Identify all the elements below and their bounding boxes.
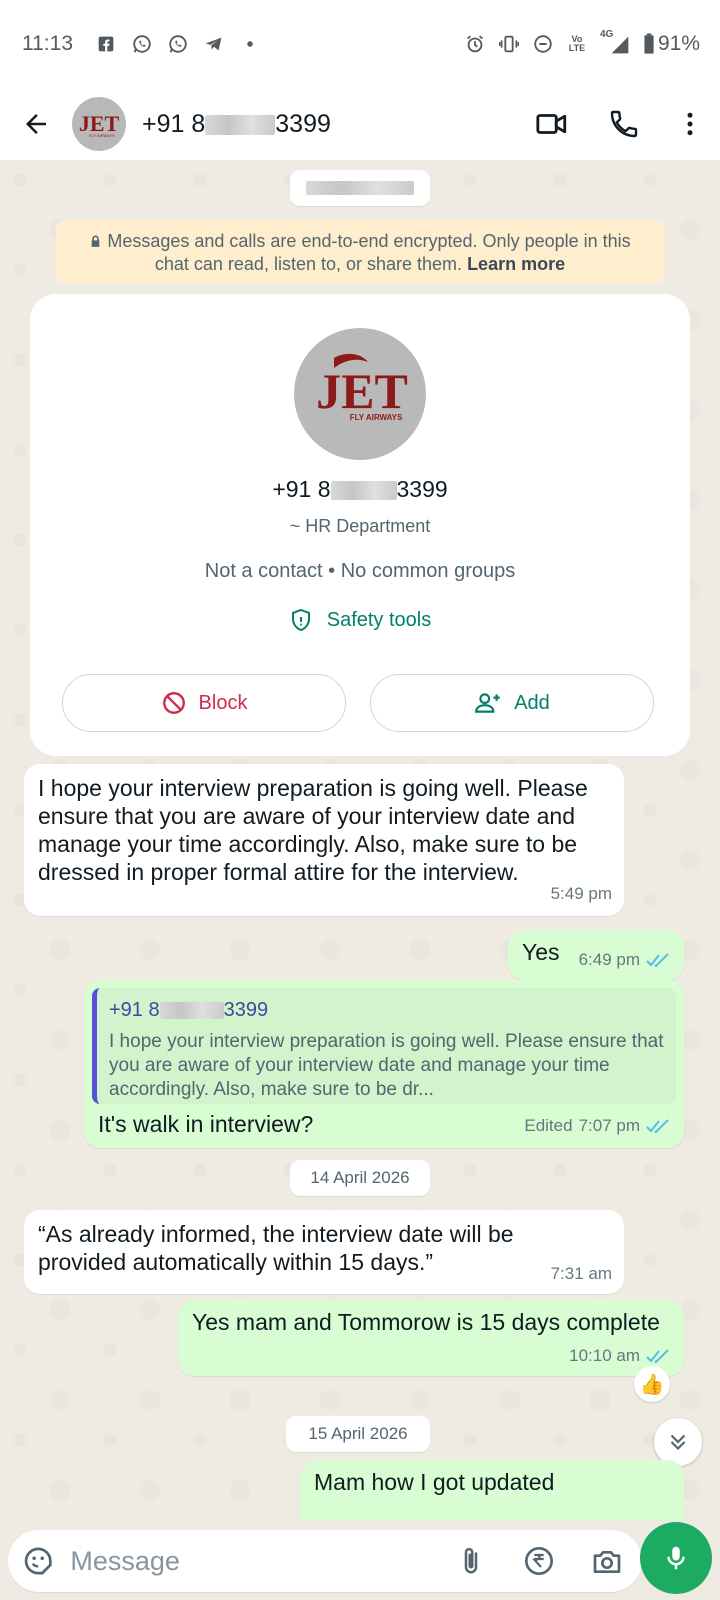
add-person-icon <box>475 693 501 713</box>
quoted-text: I hope your interview preparation is goi… <box>109 1031 664 1100</box>
quoted-sender: +91 8 3399 <box>109 999 269 1021</box>
camera-button[interactable] <box>586 1539 628 1583</box>
dot-icon <box>239 33 261 55</box>
paperclip-icon <box>465 1547 478 1574</box>
contact-info-card: JET FLY AIRWAYS +91 8 3399 ~ HR Departmen… <box>30 294 690 756</box>
svg-text:FLY AIRWAYS: FLY AIRWAYS <box>350 413 403 422</box>
chat-header: JET FLY AIRWAYS +91 8 3399 <box>0 88 720 160</box>
block-icon <box>162 692 185 714</box>
quoted-message[interactable]: +91 8 3399 I hope your interview preparat… <box>92 988 676 1104</box>
camera-icon <box>593 1551 621 1573</box>
status-time: 11:13 <box>22 32 73 55</box>
jet-logo-icon: JET FLY AIRWAYS <box>316 353 408 422</box>
read-receipt-icon <box>646 953 669 968</box>
payment-button[interactable] <box>518 1539 560 1583</box>
status-bar: 11:13 Vo LTE 4G 91% <box>0 0 720 88</box>
phone-icon <box>610 110 638 138</box>
double-chevron-down-icon <box>670 1434 686 1451</box>
message-input-box[interactable] <box>8 1530 642 1592</box>
more-vertical-icon <box>687 112 693 136</box>
voice-call-button[interactable] <box>588 88 660 160</box>
facebook-icon <box>95 33 117 55</box>
signal-icon: 4G <box>600 29 630 55</box>
vibrate-icon <box>498 33 520 55</box>
message-time: 10:10 am <box>569 1346 640 1365</box>
jet-logo-icon: JET FLY AIRWAYS <box>79 111 120 138</box>
volte-icon: Vo LTE <box>568 34 586 53</box>
attach-button[interactable] <box>450 1539 492 1583</box>
chat-area[interactable]: Messages and calls are end-to-end encryp… <box>0 160 720 1520</box>
alarm-icon <box>464 33 486 55</box>
message-bubble-outgoing[interactable]: Yes mam and Tommorow is 15 days complete… <box>178 1300 684 1376</box>
message-bubble-outgoing[interactable]: Mam how I got updated <box>300 1460 684 1520</box>
rupee-icon <box>525 1547 554 1575</box>
whatsapp-icon <box>131 33 153 55</box>
redacted-number <box>205 114 276 135</box>
back-arrow-icon <box>26 114 46 134</box>
message-text: “As already informed, the interview date… <box>38 1221 514 1275</box>
add-contact-button[interactable]: Add <box>370 674 654 732</box>
redacted-number <box>330 481 397 501</box>
svg-text:FLY AIRWAYS: FLY AIRWAYS <box>89 133 115 138</box>
redacted-number <box>159 1002 224 1020</box>
safety-tools-link[interactable]: Safety tools <box>30 608 690 632</box>
reaction-badge[interactable]: 👍 <box>634 1366 670 1402</box>
message-text: Yes <box>522 939 560 965</box>
message-time: 7:07 pm <box>578 1116 640 1135</box>
message-bubble-outgoing[interactable]: Yes 6:49 pm <box>508 930 684 980</box>
read-receipt-icon <box>646 1119 669 1134</box>
edited-label: Edited <box>524 1116 573 1135</box>
back-button[interactable] <box>0 88 72 160</box>
read-receipt-icon <box>646 1349 669 1364</box>
message-meta: 7:31 am <box>551 1260 612 1288</box>
message-input[interactable] <box>70 1545 425 1577</box>
contact-name[interactable]: +91 8 3399 <box>142 110 516 139</box>
message-text: I hope your interview preparation is goi… <box>38 775 588 885</box>
encryption-notice[interactable]: Messages and calls are end-to-end encryp… <box>56 220 664 284</box>
svg-text:JET: JET <box>316 363 408 419</box>
redacted-date <box>306 181 414 195</box>
message-text: Yes mam and Tommorow is 15 days complete <box>192 1309 660 1335</box>
message-time: 5:49 pm <box>550 884 612 903</box>
date-pill: 14 April 2026 <box>290 1160 430 1196</box>
date-pill: 15 April 2026 <box>286 1416 430 1452</box>
message-text: Mam how I got updated <box>314 1469 555 1495</box>
scroll-to-bottom-button[interactable] <box>654 1418 702 1466</box>
message-bubble-incoming[interactable]: I hope your interview preparation is goi… <box>24 764 624 916</box>
lock-icon <box>92 235 100 247</box>
block-button[interactable]: Block <box>62 674 346 732</box>
shield-icon <box>291 608 310 632</box>
card-contact-name: +91 8 3399 <box>272 476 448 502</box>
contact-avatar-large[interactable]: JET FLY AIRWAYS <box>294 328 426 460</box>
card-contact-info: Not a contact • No common groups <box>204 560 516 582</box>
voice-message-button[interactable] <box>640 1522 712 1594</box>
battery-icon <box>642 33 656 55</box>
whatsapp-icon <box>167 33 189 55</box>
battery-percentage: 91% <box>657 32 700 55</box>
learn-more-link[interactable]: Learn more <box>467 254 565 274</box>
more-options-button[interactable] <box>660 88 720 160</box>
message-time: 7:31 am <box>550 1264 612 1283</box>
message-meta: 5:49 pm <box>551 880 612 908</box>
message-meta: Edited 7:07 pm <box>524 1112 672 1140</box>
date-pill <box>290 170 430 206</box>
message-bubble-incoming[interactable]: “As already informed, the interview date… <box>24 1210 624 1294</box>
video-call-button[interactable] <box>516 88 588 160</box>
message-bubble-outgoing-reply[interactable]: +91 8 3399 I hope your interview preparat… <box>84 980 684 1148</box>
card-push-name: ~ HR Department <box>289 516 431 536</box>
message-composer <box>0 1520 720 1600</box>
message-text: It's walk in interview? <box>98 1111 314 1137</box>
telegram-icon <box>203 33 225 55</box>
sticker-emoji-icon[interactable] <box>22 1544 54 1578</box>
video-camera-icon <box>536 114 567 134</box>
contact-avatar[interactable]: JET FLY AIRWAYS <box>72 97 126 151</box>
message-meta: 6:49 pm <box>579 946 672 974</box>
dnd-icon <box>532 33 554 55</box>
message-time: 6:49 pm <box>578 950 640 969</box>
microphone-icon <box>667 1546 685 1570</box>
